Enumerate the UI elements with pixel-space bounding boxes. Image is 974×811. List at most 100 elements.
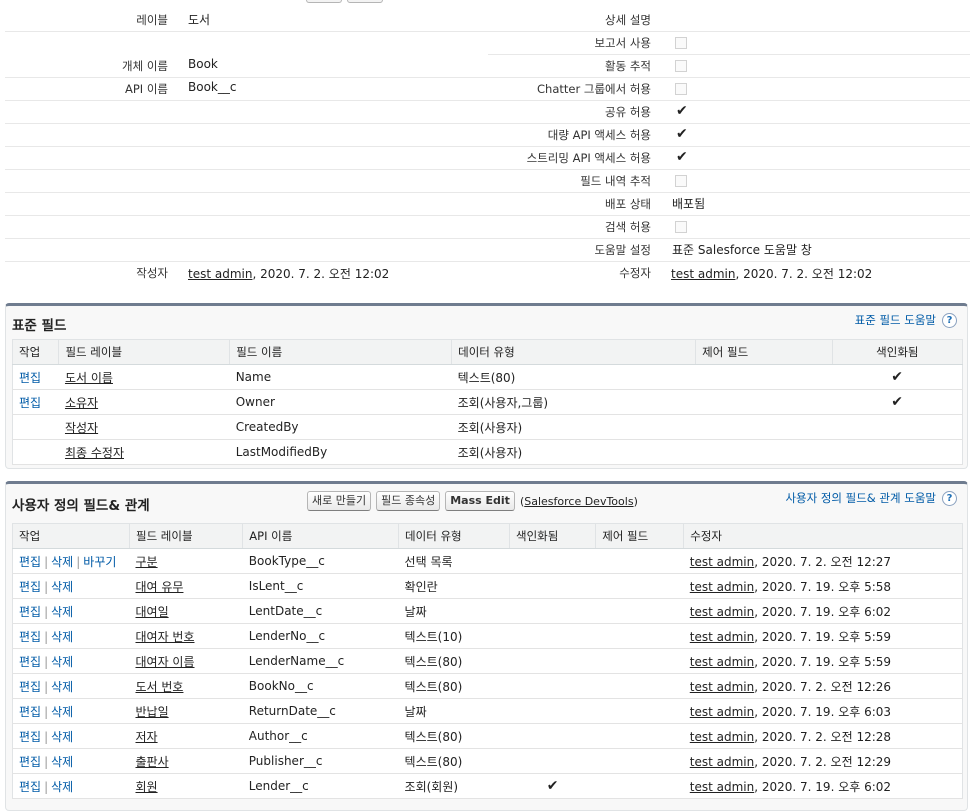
action-cell	[12, 414, 59, 440]
detail-divider	[5, 215, 970, 216]
created-by-user-link[interactable]: test admin	[188, 267, 252, 281]
custom-fields-table: 작업 필드 레이블 API 이름 데이터 유형 색인화됨 제어 필드 수정자 편집 | 삭제 | 바…	[12, 523, 963, 799]
field-label-link[interactable]: 도서 번호	[135, 680, 183, 694]
checkmark-icon: ✔	[891, 394, 903, 410]
replace-link[interactable]: 바꾸기	[83, 555, 116, 569]
edit-link[interactable]: 편집	[19, 755, 41, 769]
top-button-1[interactable]	[306, 0, 342, 3]
delete-link[interactable]: 삭제	[51, 630, 73, 644]
table-row: 작성자 CreatedBy 조회(사용자)	[12, 414, 963, 440]
help-icon[interactable]: ?	[942, 490, 957, 506]
edit-link[interactable]: 편집	[19, 705, 41, 719]
devtools-link-wrap: (Salesforce DevTools)	[520, 495, 638, 508]
delete-link[interactable]: 삭제	[51, 730, 73, 744]
delete-link[interactable]: 삭제	[51, 780, 73, 794]
field-label-cell: 대여일	[129, 598, 243, 624]
modified-user-link[interactable]: test admin	[690, 730, 754, 744]
table-row: 최종 수정자 LastModifiedBy 조회(사용자)	[12, 439, 963, 465]
field-label-link[interactable]: 대여일	[135, 605, 168, 619]
standard-fields-help-link[interactable]: 표준 필드 도움말 ?	[855, 312, 957, 328]
delete-link[interactable]: 삭제	[51, 605, 73, 619]
edit-link[interactable]: 편집	[19, 396, 41, 410]
action-cell: 편집 | 삭제 | 바꾸기	[12, 548, 130, 574]
field-label-link[interactable]: 대여자 이름	[135, 655, 194, 669]
field-dependency-button[interactable]: 필드 종속성	[376, 491, 441, 511]
modified-user-link[interactable]: test admin	[690, 705, 754, 719]
indexed-cell	[509, 698, 596, 724]
edit-link[interactable]: 편집	[19, 655, 41, 669]
custom-fields-help-link[interactable]: 사용자 정의 필드& 관계 도움말 ?	[785, 490, 957, 506]
custom-fields-panel: 사용자 정의 필드& 관계 새로 만들기 필드 종속성 Mass Edit (S…	[5, 481, 968, 811]
modified-user-link[interactable]: test admin	[690, 655, 754, 669]
edit-link[interactable]: 편집	[19, 630, 41, 644]
indexed-cell	[509, 548, 596, 574]
delete-link[interactable]: 삭제	[51, 555, 73, 569]
field-label-cell: 반납일	[129, 698, 243, 724]
table-row: 편집 | 삭제 회원 Lender__c 조회(회원) ✔ test admin, 2020.…	[12, 773, 963, 799]
field-label-link[interactable]: 소유자	[65, 396, 98, 410]
mass-edit-button[interactable]: Mass Edit	[445, 491, 515, 511]
modified-by-user-link[interactable]: test admin	[671, 267, 735, 281]
field-label-link[interactable]: 최종 수정자	[65, 446, 124, 460]
api-name-cell: LentDate__c	[242, 598, 399, 624]
detail-label: 대량 API 액세스 허용	[547, 128, 651, 142]
modified-user-link[interactable]: test admin	[690, 780, 754, 794]
edit-link[interactable]: 편집	[19, 580, 41, 594]
standard-fields-table: 작업 필드 레이블 필드 이름 데이터 유형 제어 필드 색인화됨 편집 도서 이름 Name…	[12, 339, 964, 465]
field-label-cell: 출판사	[129, 748, 243, 774]
delete-link[interactable]: 삭제	[51, 705, 73, 719]
edit-link[interactable]: 편집	[19, 680, 41, 694]
action-separator: |	[44, 704, 49, 719]
data-type-cell: 텍스트(80)	[398, 673, 510, 699]
field-label-link[interactable]: 출판사	[135, 755, 168, 769]
modified-user-link[interactable]: test admin	[690, 755, 754, 769]
modified-user-link[interactable]: test admin	[690, 680, 754, 694]
detail-divider	[5, 77, 970, 78]
field-label-link[interactable]: 구분	[135, 555, 157, 569]
action-separator: |	[44, 754, 49, 769]
field-label-link[interactable]: 회원	[135, 780, 157, 794]
top-button-2[interactable]	[347, 0, 383, 3]
edit-link[interactable]: 편집	[19, 605, 41, 619]
detail-divider	[488, 54, 970, 55]
devtools-link[interactable]: Salesforce DevTools	[524, 495, 633, 508]
column-header: 필드 레이블	[129, 523, 244, 549]
controlling-field-cell	[695, 439, 833, 465]
controlling-field-cell	[695, 414, 833, 440]
detail-value: 배포됨	[672, 197, 706, 211]
field-label-link[interactable]: 대여자 번호	[135, 630, 194, 644]
new-field-button[interactable]: 새로 만들기	[307, 491, 372, 511]
delete-link[interactable]: 삭제	[51, 680, 73, 694]
edit-link[interactable]: 편집	[19, 555, 41, 569]
field-label-link[interactable]: 대여 유무	[135, 580, 183, 594]
delete-link[interactable]: 삭제	[51, 655, 73, 669]
field-label-link[interactable]: 저자	[135, 730, 157, 744]
detail-label: 도움말 설정	[594, 243, 651, 257]
action-cell: 편집 | 삭제	[12, 623, 130, 649]
detail-label: 활동 추적	[605, 59, 651, 73]
edit-link[interactable]: 편집	[19, 730, 41, 744]
modified-by-cell: test admin, 2020. 7. 19. 오후 5:58	[683, 573, 963, 599]
modified-date: , 2020. 7. 19. 오후 6:02	[754, 779, 892, 794]
field-label-link[interactable]: 작성자	[65, 421, 98, 435]
edit-link[interactable]: 편집	[19, 780, 41, 794]
detail-divider	[5, 123, 970, 124]
field-label-link[interactable]: 도서 이름	[65, 371, 113, 385]
modified-user-link[interactable]: test admin	[690, 580, 754, 594]
delete-link[interactable]: 삭제	[51, 580, 73, 594]
modified-user-link[interactable]: test admin	[690, 605, 754, 619]
modified-user-link[interactable]: test admin	[690, 555, 754, 569]
modified-date: , 2020. 7. 2. 오전 12:28	[754, 729, 892, 744]
field-label-link[interactable]: 반납일	[135, 705, 168, 719]
edit-link[interactable]: 편집	[19, 371, 41, 385]
custom-fields-help-text[interactable]: 사용자 정의 필드& 관계 도움말	[785, 490, 936, 506]
column-header: 색인화됨	[832, 339, 964, 365]
detail-label: 필드 내역 추적	[580, 174, 651, 188]
controlling-field-cell	[695, 364, 833, 390]
indexed-cell: ✔	[509, 773, 596, 799]
api-name-cell: ReturnDate__c	[242, 698, 399, 724]
help-icon[interactable]: ?	[942, 312, 957, 328]
standard-fields-help-text[interactable]: 표준 필드 도움말	[855, 312, 936, 328]
modified-user-link[interactable]: test admin	[690, 630, 754, 644]
delete-link[interactable]: 삭제	[51, 755, 73, 769]
